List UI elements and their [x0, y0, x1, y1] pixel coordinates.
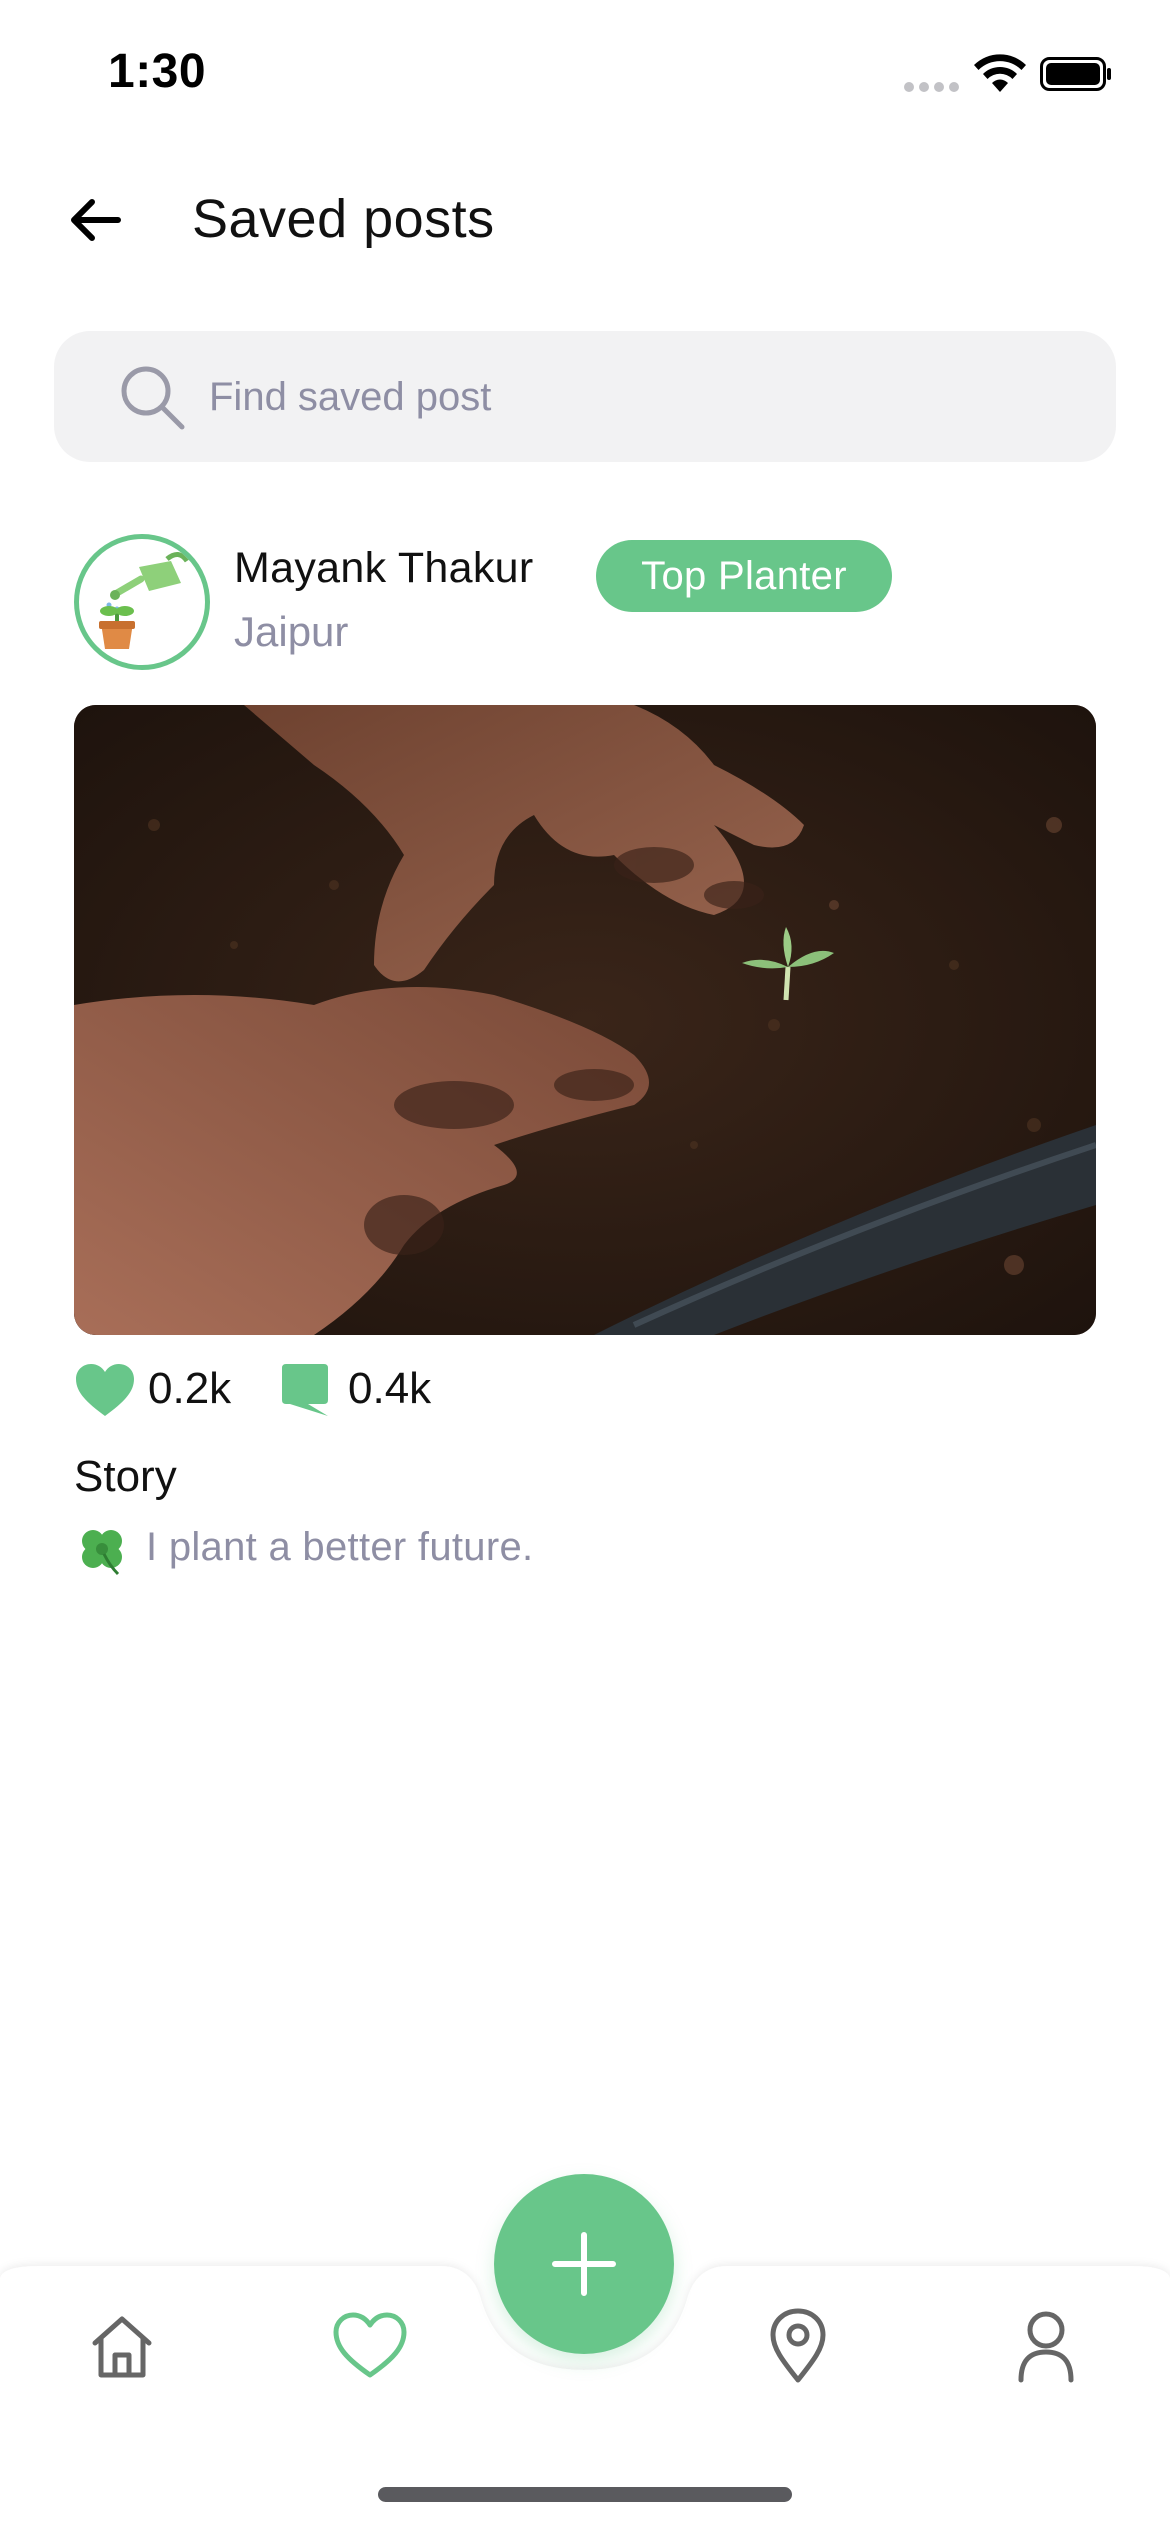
search-input[interactable] — [209, 359, 1069, 435]
hands-planting-seedling-image — [74, 705, 1096, 1335]
status-time: 1:30 — [108, 45, 207, 98]
heart-filled-icon[interactable] — [74, 1362, 136, 1418]
comments-count: 0.4k — [348, 1364, 432, 1413]
battery-icon — [1040, 57, 1111, 91]
status-bar: 1:30 — [0, 0, 1170, 150]
add-post-button[interactable] — [494, 2174, 674, 2354]
plus-icon — [552, 2232, 616, 2296]
nav-home[interactable] — [82, 2306, 162, 2386]
cellular-signal-icon — [904, 82, 960, 92]
story-text: I plant a better future. — [146, 1525, 534, 1569]
story-label: Story — [74, 1452, 177, 1501]
search-icon — [121, 366, 185, 430]
home-icon — [92, 2316, 152, 2378]
nav-map[interactable] — [758, 2306, 838, 2386]
home-indicator — [378, 2487, 792, 2502]
map-pin-icon — [770, 2308, 826, 2383]
comment-icon[interactable] — [278, 1362, 332, 1416]
arrow-left-icon — [71, 199, 121, 241]
post-image[interactable] — [74, 705, 1096, 1335]
back-button[interactable] — [62, 190, 126, 250]
search-bar[interactable] — [54, 331, 1116, 462]
nav-profile[interactable] — [1006, 2306, 1086, 2386]
author-name[interactable]: Mayank Thakur — [234, 544, 533, 593]
heart-icon — [333, 2312, 407, 2378]
saved-posts-screen: 1:30 Saved posts Find saved post Mayank … — [0, 0, 1170, 2532]
author-location: Jaipur — [234, 608, 349, 655]
user-icon — [1018, 2311, 1074, 2383]
wifi-icon — [974, 54, 1026, 92]
plant-watering-avatar-icon — [99, 552, 190, 649]
four-leaf-clover-icon — [82, 1530, 122, 1576]
nav-saved[interactable] — [330, 2306, 410, 2386]
page-title: Saved posts — [192, 189, 495, 249]
avatar[interactable] — [74, 534, 210, 670]
likes-count: 0.2k — [148, 1364, 232, 1413]
header: Saved posts — [0, 170, 1170, 270]
top-planter-badge: Top Planter — [596, 540, 892, 612]
